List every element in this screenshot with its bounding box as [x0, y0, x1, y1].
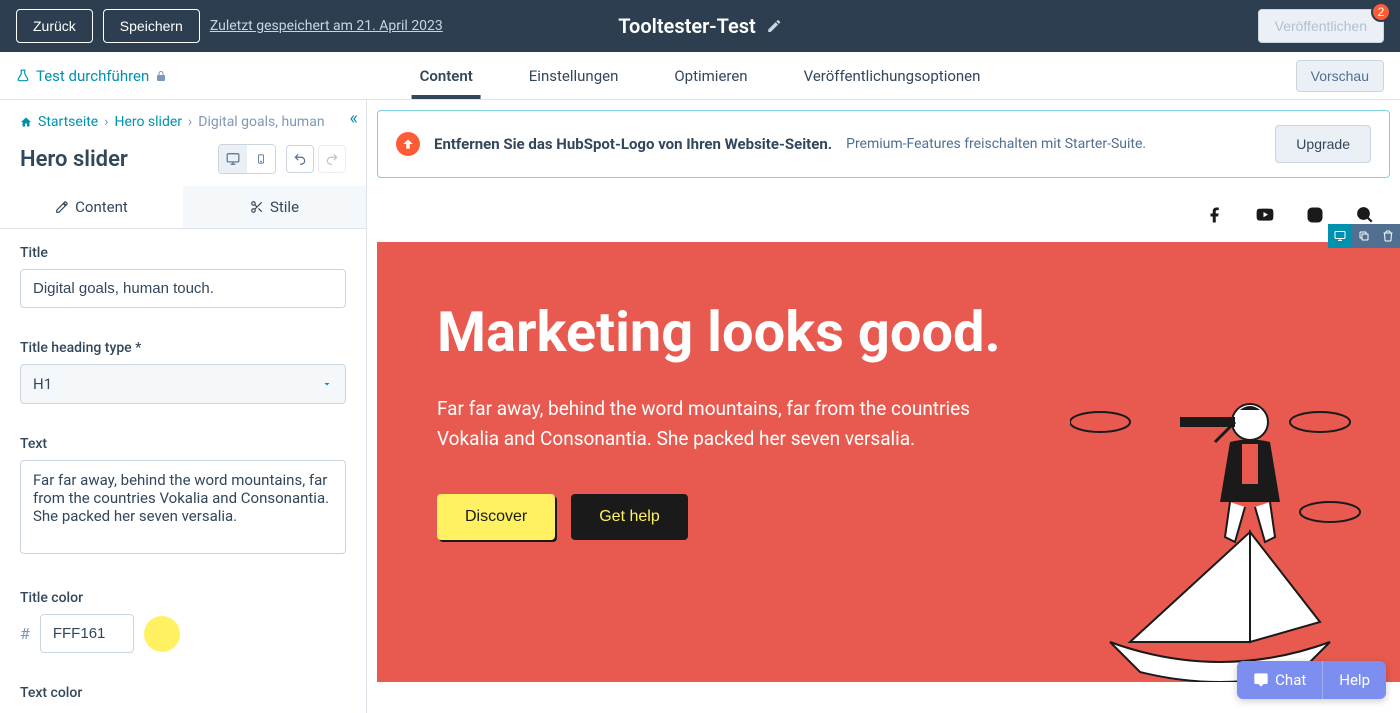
search-icon[interactable]: [1356, 206, 1374, 224]
tab-content[interactable]: Content: [412, 52, 481, 99]
save-button[interactable]: Speichern: [103, 9, 200, 43]
social-row: [367, 188, 1400, 242]
preview-area: Entfernen Sie das HubSpot-Logo von Ihren…: [367, 100, 1400, 713]
main-tabs: Content Einstellungen Optimieren Veröffe…: [412, 52, 989, 99]
page-title-text: Tooltester-Test: [618, 14, 756, 38]
text-color-label: Text color: [20, 685, 346, 701]
youtube-icon[interactable]: [1256, 206, 1274, 224]
title-color-swatch[interactable]: [144, 616, 180, 652]
sidebar-tab-stile[interactable]: Stile: [183, 186, 366, 228]
last-saved-text[interactable]: Zuletzt gespeichert am 21. April 2023: [210, 18, 443, 34]
desktop-icon: [225, 152, 241, 166]
hero-tool-copy[interactable]: [1352, 224, 1376, 248]
title-label: Title: [20, 245, 346, 261]
chat-widget: Chat Help: [1237, 661, 1386, 699]
discover-button[interactable]: Discover: [437, 494, 555, 540]
hero-illustration: [1070, 382, 1370, 682]
breadcrumb-hero-slider[interactable]: Hero slider: [114, 114, 182, 130]
hero-body: Far far away, behind the word mountains,…: [437, 394, 997, 455]
sidebar: « Startseite › Hero slider › Digital goa…: [0, 100, 367, 713]
undo-icon: [293, 152, 307, 166]
breadcrumb-home[interactable]: Startseite: [38, 114, 98, 130]
redo-icon: [325, 152, 339, 166]
second-bar: Test durchführen Content Einstellungen O…: [0, 52, 1400, 100]
tab-optimize[interactable]: Optimieren: [666, 52, 755, 99]
notification-badge: 2: [1371, 2, 1391, 22]
home-icon[interactable]: [20, 116, 32, 128]
hash-symbol: #: [20, 624, 30, 643]
facebook-icon[interactable]: [1206, 206, 1224, 224]
back-button[interactable]: Zurück: [16, 9, 93, 43]
banner-sub: Premium-Features freischalten mit Starte…: [846, 136, 1146, 152]
edit-title-icon[interactable]: [766, 18, 782, 34]
title-color-label: Title color: [20, 590, 346, 606]
collapse-sidebar-icon[interactable]: «: [350, 108, 358, 129]
hero-toolbar: [1328, 224, 1400, 248]
run-test-link[interactable]: Test durchführen: [16, 67, 167, 85]
tab-settings[interactable]: Einstellungen: [521, 52, 627, 99]
chat-icon: [1253, 672, 1269, 688]
title-input[interactable]: [20, 269, 346, 308]
tab-publish-options[interactable]: Veröffentlichungsoptionen: [796, 52, 989, 99]
undo-button[interactable]: [286, 145, 314, 173]
breadcrumb: Startseite › Hero slider › Digital goals…: [0, 100, 366, 140]
breadcrumb-current: Digital goals, human: [198, 114, 324, 130]
upgrade-button[interactable]: Upgrade: [1275, 125, 1371, 163]
hero-section[interactable]: Marketing looks good. Far far away, behi…: [377, 242, 1400, 682]
preview-button[interactable]: Vorschau: [1296, 60, 1384, 92]
upgrade-banner: Entfernen Sie das HubSpot-Logo von Ihren…: [377, 110, 1390, 178]
pencil-icon: [55, 200, 69, 214]
mobile-icon: [256, 151, 266, 167]
chevron-right-icon: ›: [104, 114, 108, 130]
help-button[interactable]: Help: [1323, 661, 1386, 699]
title-color-input[interactable]: [40, 614, 134, 653]
upgrade-arrow-icon: [396, 132, 420, 156]
scissors-icon: [250, 200, 264, 214]
hero-tool-delete[interactable]: [1376, 224, 1400, 248]
desktop-view-button[interactable]: [219, 145, 247, 173]
chevron-down-icon: [321, 378, 333, 390]
chevron-right-icon: ›: [188, 114, 192, 130]
banner-title: Entfernen Sie das HubSpot-Logo von Ihren…: [434, 135, 832, 153]
text-label: Text: [20, 436, 346, 452]
desktop-icon: [1333, 230, 1347, 242]
get-help-button[interactable]: Get help: [571, 494, 687, 540]
hero-headline: Marketing looks good.: [437, 302, 1340, 364]
mobile-view-button[interactable]: [247, 145, 275, 173]
text-textarea[interactable]: [20, 460, 346, 554]
page-title: Tooltester-Test: [618, 14, 782, 38]
instagram-icon[interactable]: [1306, 206, 1324, 224]
publish-button[interactable]: Veröffentlichen 2: [1258, 9, 1384, 43]
trash-icon: [1382, 230, 1394, 242]
heading-type-label: Title heading type *: [20, 340, 346, 356]
sidebar-tab-content[interactable]: Content: [0, 186, 183, 228]
lock-icon: [155, 70, 167, 82]
sidebar-tabs: Content Stile: [0, 186, 366, 229]
copy-icon: [1358, 230, 1370, 242]
heading-type-select[interactable]: H1: [20, 364, 346, 404]
device-toggle: [218, 144, 276, 174]
chat-button[interactable]: Chat: [1237, 661, 1323, 699]
section-title: Hero slider: [20, 147, 128, 172]
redo-button: [318, 145, 346, 173]
top-bar: Zurück Speichern Zuletzt gespeichert am …: [0, 0, 1400, 52]
hero-tool-desktop[interactable]: [1328, 224, 1352, 248]
